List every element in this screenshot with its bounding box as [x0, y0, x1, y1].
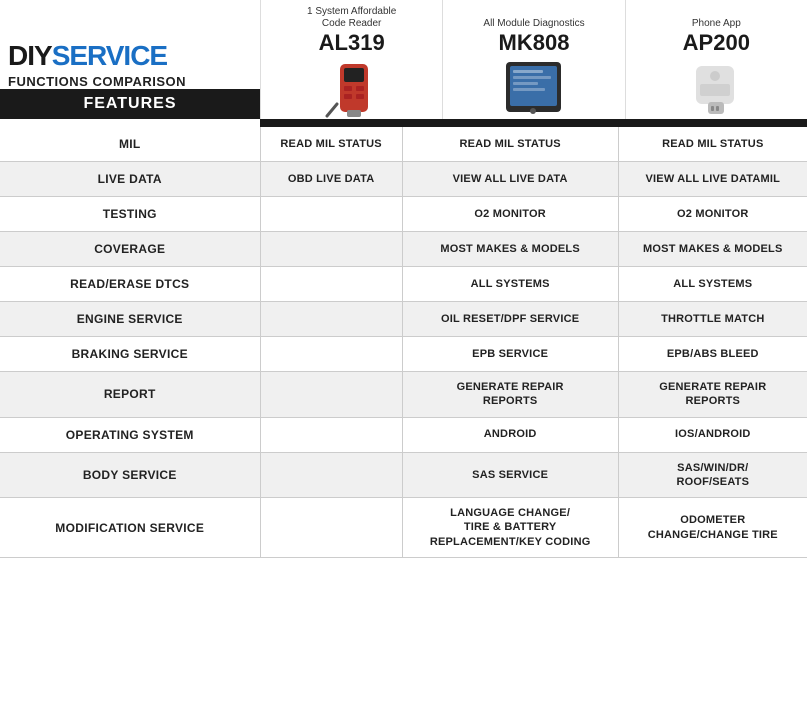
black-bar-cols: [260, 119, 807, 127]
feature-cell: READ/ERASE DTCS: [0, 267, 260, 302]
feature-cell: MODIFICATION SERVICE: [0, 498, 260, 558]
product-col-ap200: Phone App AP200: [625, 0, 807, 119]
feature-cell: REPORT: [0, 372, 260, 418]
feature-cell: OPERATING SYSTEM: [0, 417, 260, 452]
product-col-al319: 1 System AffordableCode Reader AL319: [260, 0, 442, 119]
table-row: REPORT GENERATE REPAIR REPORTSGENERATE RE…: [0, 372, 807, 418]
mk808-value-cell: SAS SERVICE: [402, 452, 618, 498]
mk808-value-cell: ALL SYSTEMS: [402, 267, 618, 302]
al319-value-cell: [260, 267, 402, 302]
al319-value-cell: [260, 372, 402, 418]
service-word: SERVICE: [52, 40, 167, 71]
mk808-name: MK808: [499, 32, 570, 54]
table-row: ENGINE SERVICE OIL RESET/DPF SERVICETHROT…: [0, 302, 807, 337]
table-row: BODY SERVICE SAS SERVICESAS/WIN/DR/ ROOF/…: [0, 452, 807, 498]
black-bar-al319: [260, 119, 442, 127]
functions-comparison-label: FUNCTIONS COMPARISON: [0, 72, 260, 89]
ap200-value-cell: VIEW ALL LIVE DATAMIL: [618, 162, 807, 197]
ap200-value-cell: IOS/ANDROID: [618, 417, 807, 452]
diy-service-text: DIYSERVICE: [8, 40, 167, 71]
ap200-value-cell: ALL SYSTEMS: [618, 267, 807, 302]
al319-name: AL319: [319, 32, 385, 54]
mk808-device-icon: [501, 54, 566, 119]
table-row: COVERAGE MOST MAKES & MODELSMOST MAKES & …: [0, 232, 807, 267]
page-wrapper: DIYSERVICE FUNCTIONS COMPARISON FEATURES…: [0, 0, 807, 558]
al319-value-cell: [260, 417, 402, 452]
table-row: LIVE DATAOBD LIVE DATAVIEW ALL LIVE DATA…: [0, 162, 807, 197]
ap200-value-cell: O2 MONITOR: [618, 197, 807, 232]
ap200-image: [630, 54, 803, 119]
ap200-value-cell: THROTTLE MATCH: [618, 302, 807, 337]
al319-value-cell: [260, 232, 402, 267]
mk808-value-cell: LANGUAGE CHANGE/ TIRE & BATTERY REPLACEM…: [402, 498, 618, 558]
mk808-tag: All Module Diagnostics: [483, 18, 584, 30]
feature-cell: LIVE DATA: [0, 162, 260, 197]
black-bar-left: [0, 119, 260, 127]
black-bar-row: [0, 119, 807, 127]
comparison-table: MILREAD MIL STATUSREAD MIL STATUSREAD MI…: [0, 127, 807, 558]
feature-cell: ENGINE SERVICE: [0, 302, 260, 337]
black-bar-ap200: [625, 119, 807, 127]
ap200-device-icon: [686, 54, 746, 119]
table-row: READ/ERASE DTCS ALL SYSTEMSALL SYSTEMS: [0, 267, 807, 302]
al319-device-icon: [322, 54, 382, 119]
al319-value-cell: [260, 498, 402, 558]
ap200-value-cell: SAS/WIN/DR/ ROOF/SEATS: [618, 452, 807, 498]
table-row: BRAKING SERVICE EPB SERVICEEPB/ABS BLEED: [0, 337, 807, 372]
al319-value-cell: [260, 302, 402, 337]
table-row: MILREAD MIL STATUSREAD MIL STATUSREAD MI…: [0, 127, 807, 162]
mk808-value-cell: ANDROID: [402, 417, 618, 452]
table-row: MODIFICATION SERVICE LANGUAGE CHANGE/ TIR…: [0, 498, 807, 558]
ap200-value-cell: MOST MAKES & MODELS: [618, 232, 807, 267]
al319-value-cell: READ MIL STATUS: [260, 127, 402, 162]
ap200-name: AP200: [683, 32, 750, 54]
features-bar: FEATURES: [0, 89, 260, 119]
header-left: DIYSERVICE FUNCTIONS COMPARISON FEATURES: [0, 0, 260, 119]
feature-cell: BRAKING SERVICE: [0, 337, 260, 372]
mk808-value-cell: OIL RESET/DPF SERVICE: [402, 302, 618, 337]
product-columns: 1 System AffordableCode Reader AL319: [260, 0, 807, 119]
al319-tag: 1 System AffordableCode Reader: [307, 6, 396, 30]
al319-value-cell: OBD LIVE DATA: [260, 162, 402, 197]
al319-value-cell: [260, 197, 402, 232]
ap200-value-cell: READ MIL STATUS: [618, 127, 807, 162]
feature-cell: COVERAGE: [0, 232, 260, 267]
feature-cell: MIL: [0, 127, 260, 162]
brand-title: DIYSERVICE: [0, 34, 260, 72]
mk808-value-cell: READ MIL STATUS: [402, 127, 618, 162]
black-bar-mk808: [442, 119, 624, 127]
ap200-value-cell: EPB/ABS BLEED: [618, 337, 807, 372]
mk808-value-cell: GENERATE REPAIR REPORTS: [402, 372, 618, 418]
ap200-value-cell: ODOMETER CHANGE/CHANGE TIRE: [618, 498, 807, 558]
mk808-value-cell: EPB SERVICE: [402, 337, 618, 372]
header-container: DIYSERVICE FUNCTIONS COMPARISON FEATURES…: [0, 0, 807, 119]
ap200-value-cell: GENERATE REPAIR REPORTS: [618, 372, 807, 418]
table-row: TESTING O2 MONITORO2 MONITOR: [0, 197, 807, 232]
mk808-image: [447, 54, 620, 119]
diy-word: DIY: [8, 40, 52, 71]
feature-cell: TESTING: [0, 197, 260, 232]
feature-cell: BODY SERVICE: [0, 452, 260, 498]
al319-image: [265, 54, 438, 119]
al319-value-cell: [260, 452, 402, 498]
al319-value-cell: [260, 337, 402, 372]
mk808-value-cell: O2 MONITOR: [402, 197, 618, 232]
mk808-value-cell: VIEW ALL LIVE DATA: [402, 162, 618, 197]
ap200-tag: Phone App: [692, 18, 741, 30]
mk808-value-cell: MOST MAKES & MODELS: [402, 232, 618, 267]
table-row: OPERATING SYSTEM ANDROIDIOS/ANDROID: [0, 417, 807, 452]
product-col-mk808: All Module Diagnostics MK808: [442, 0, 624, 119]
